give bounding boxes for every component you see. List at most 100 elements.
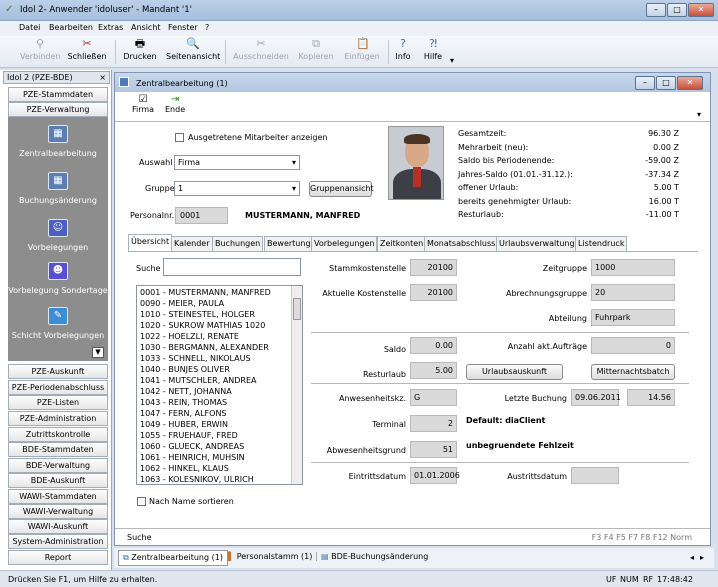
chevron-down-icon[interactable]: ▾	[697, 110, 701, 119]
maximize-button[interactable]: □	[667, 3, 687, 17]
nav-pze-listen[interactable]: PZE-Listen	[8, 395, 108, 410]
nav-system-administration[interactable]: System-Administration	[8, 534, 108, 549]
tab-scroll-left-icon[interactable]: ◂	[690, 553, 694, 562]
tab-kalender[interactable]: Kalender	[171, 236, 213, 251]
mitternachtsbatch-button[interactable]: Mitternachtsbatch	[591, 364, 675, 380]
list-item[interactable]: 1033 - SCHNELL, NIKOLAUS	[140, 354, 251, 363]
list-item[interactable]: 1049 - HUBER, ERWIN	[140, 420, 228, 429]
tab-zeitkonten[interactable]: Zeitkonten	[377, 236, 427, 251]
chevron-down-icon[interactable]: ▾	[450, 56, 454, 65]
tab-bewertung[interactable]: Bewertung	[264, 236, 314, 251]
nav-pze-verwaltung[interactable]: PZE-Verwaltung	[8, 102, 108, 117]
nach-name-label: Nach Name sortieren	[149, 497, 234, 506]
tab-urlaubsverwaltung[interactable]: Urlaubsverwaltung	[496, 236, 578, 251]
nav-bde-verwaltung[interactable]: BDE-Verwaltung	[8, 458, 108, 473]
list-item[interactable]: 0090 - MEIER, PAULA	[140, 299, 224, 308]
list-item[interactable]: 1022 - HOELZLI, RENATE	[140, 332, 239, 341]
list-scrollbar[interactable]	[291, 286, 302, 484]
child-minimize-button[interactable]: –	[635, 76, 655, 90]
gruppenansicht-button[interactable]: Gruppenansicht	[309, 181, 374, 197]
schliessen-button[interactable]: ✂ Schließen	[64, 38, 110, 62]
tab-listendruck[interactable]: Listendruck	[575, 236, 628, 251]
nav-pze-auskunft[interactable]: PZE-Auskunft	[8, 364, 108, 379]
ausgetretene-checkbox[interactable]	[175, 133, 184, 142]
list-item[interactable]: 1063 - KOLESNIKOV, ULRICH	[140, 475, 254, 484]
tab-baseline	[128, 251, 698, 252]
close-button[interactable]: ✕	[688, 3, 714, 17]
list-item[interactable]: 1010 - STEINESTEL, HOLGER	[140, 310, 255, 319]
scroll-down-button[interactable]: ▼	[92, 347, 104, 358]
list-item[interactable]: 1061 - HEINRICH, MUHSIN	[140, 453, 245, 462]
auswahl-select[interactable]: Firma ▾	[174, 155, 300, 170]
tab-monatsabschluss[interactable]: Monatsabschluss	[424, 236, 499, 251]
masks-icon: ☻	[48, 262, 68, 280]
employee-list[interactable]: 0001 - MUSTERMANN, MANFRED 0090 - MEIER,…	[136, 285, 303, 485]
status-uf: UF	[606, 575, 617, 584]
list-item[interactable]: 1020 - SUKROW MATHIAS 1020	[140, 321, 265, 330]
list-item[interactable]: 1060 - GLUECK, ANDREAS	[140, 442, 244, 451]
document-check-icon: ☑	[138, 94, 148, 105]
ende-button[interactable]: ⇥ Ende	[165, 94, 185, 114]
nach-name-checkbox[interactable]	[137, 497, 146, 506]
list-item[interactable]: 1055 - FRUEHAUF, FRED	[140, 431, 238, 440]
list-item[interactable]: 1043 - REIN, THOMAS	[140, 398, 227, 407]
close-icon[interactable]: ×	[99, 72, 106, 83]
nav-pze-administration[interactable]: PZE-Administration	[8, 411, 108, 426]
nav-item-vorbelegungen[interactable]: ☺ Vorbelegungen	[8, 219, 108, 252]
nav-bde-auskunft[interactable]: BDE-Auskunft	[8, 473, 108, 488]
nav-item-vorbelegung-sondertage[interactable]: ☻ Vorbelegung Sondertage	[8, 262, 108, 295]
hilfe-button[interactable]: ⁈ Hilfe	[421, 38, 445, 62]
nav-pze-stammdaten[interactable]: PZE-Stammdaten	[8, 87, 108, 102]
nav-wawi-stammdaten[interactable]: WAWI-Stammdaten	[8, 489, 108, 504]
menu-extras[interactable]: Extras	[98, 23, 123, 32]
list-item[interactable]: 1062 - HINKEL, KLAUS	[140, 464, 229, 473]
list-item[interactable]: 1047 - FERN, ALFONS	[140, 409, 227, 418]
scrollbar-thumb[interactable]	[293, 298, 301, 320]
menu-datei[interactable]: Datei	[19, 23, 40, 32]
ausschneiden-button[interactable]: ✂ Ausschneiden	[233, 38, 289, 62]
list-item[interactable]: 1040 - BUNJES OLIVER	[140, 365, 230, 374]
nav-item-buchungsaenderung[interactable]: ▦ Buchungsänderung	[8, 172, 108, 205]
list-item[interactable]: 1042 - NETT, JOHANNA	[140, 387, 232, 396]
list-item[interactable]: 1041 - MUTSCHLER, ANDREA	[140, 376, 257, 385]
tab-personalstamm[interactable]: ▌ Personalstamm (1)	[224, 552, 316, 561]
menu-ansicht[interactable]: Ansicht	[131, 23, 161, 32]
nav-zutrittskontrolle[interactable]: Zutrittskontrolle	[8, 427, 108, 442]
menu-bearbeiten[interactable]: Bearbeiten	[49, 23, 93, 32]
menu-fenster[interactable]: Fenster	[168, 23, 198, 32]
nav-item-schicht-vorbelegungen[interactable]: ✎ Schicht Vorbelegungen	[8, 307, 108, 340]
nav-report[interactable]: Report	[8, 550, 108, 565]
list-item[interactable]: 1030 - BERGMANN, ALEXANDER	[140, 343, 269, 352]
menu-help[interactable]: ?	[205, 23, 209, 32]
search-input[interactable]	[163, 258, 301, 276]
urlaubsauskunft-button[interactable]: Urlaubsauskunft	[466, 364, 563, 380]
divider	[115, 528, 710, 529]
seitenansicht-button[interactable]: 🔍 Seitenansicht	[166, 38, 220, 62]
drucken-button[interactable]: 🖶 Drucken	[122, 38, 158, 62]
minimize-button[interactable]: –	[646, 3, 666, 17]
tab-vorbelegungen[interactable]: Vorbelegungen	[311, 236, 378, 251]
firma-button[interactable]: ☑ Firma	[132, 94, 154, 114]
gruppe-select[interactable]: 1 ▾	[174, 181, 300, 196]
verbinden-button[interactable]: ⚲ Verbinden	[20, 38, 61, 62]
einfuegen-button[interactable]: 📋 Einfügen	[343, 38, 381, 62]
nav-wawi-auskunft[interactable]: WAWI-Auskunft	[8, 519, 108, 534]
tab-zentralbearbeitung[interactable]: ⧉ Zentralbearbeitung (1)	[118, 550, 228, 566]
summary-value: 16.00 T	[648, 197, 679, 206]
tab-bde-buchungsaenderung[interactable]: ▤ BDE-Buchungsänderung	[316, 552, 432, 561]
nav-bde-stammdaten[interactable]: BDE-Stammdaten	[8, 442, 108, 457]
nav-item-zentralbearbeitung[interactable]: ▦ Zentralbearbeitung	[8, 125, 108, 158]
kopieren-button[interactable]: ⧉ Kopieren	[297, 38, 335, 62]
tab-scroll-right-icon[interactable]: ▸	[700, 553, 704, 562]
stammkostenstelle-field: 20100	[410, 259, 457, 276]
info-button[interactable]: ? Info	[393, 38, 413, 62]
child-close-button[interactable]: ✕	[677, 76, 703, 90]
nav-pze-periodenabschluss[interactable]: PZE-Periodenabschluss	[8, 380, 108, 395]
nav-wawi-verwaltung[interactable]: WAWI-Verwaltung	[8, 504, 108, 519]
list-item[interactable]: 0001 - MUSTERMANN, MANFRED	[140, 288, 271, 297]
tab-uebersicht[interactable]: Übersicht	[128, 234, 173, 251]
gruppe-label: Gruppe	[145, 184, 175, 193]
summary-label: offener Urlaub:	[458, 183, 519, 192]
child-maximize-button[interactable]: □	[656, 76, 676, 90]
tab-buchungen[interactable]: Buchungen	[212, 236, 264, 251]
